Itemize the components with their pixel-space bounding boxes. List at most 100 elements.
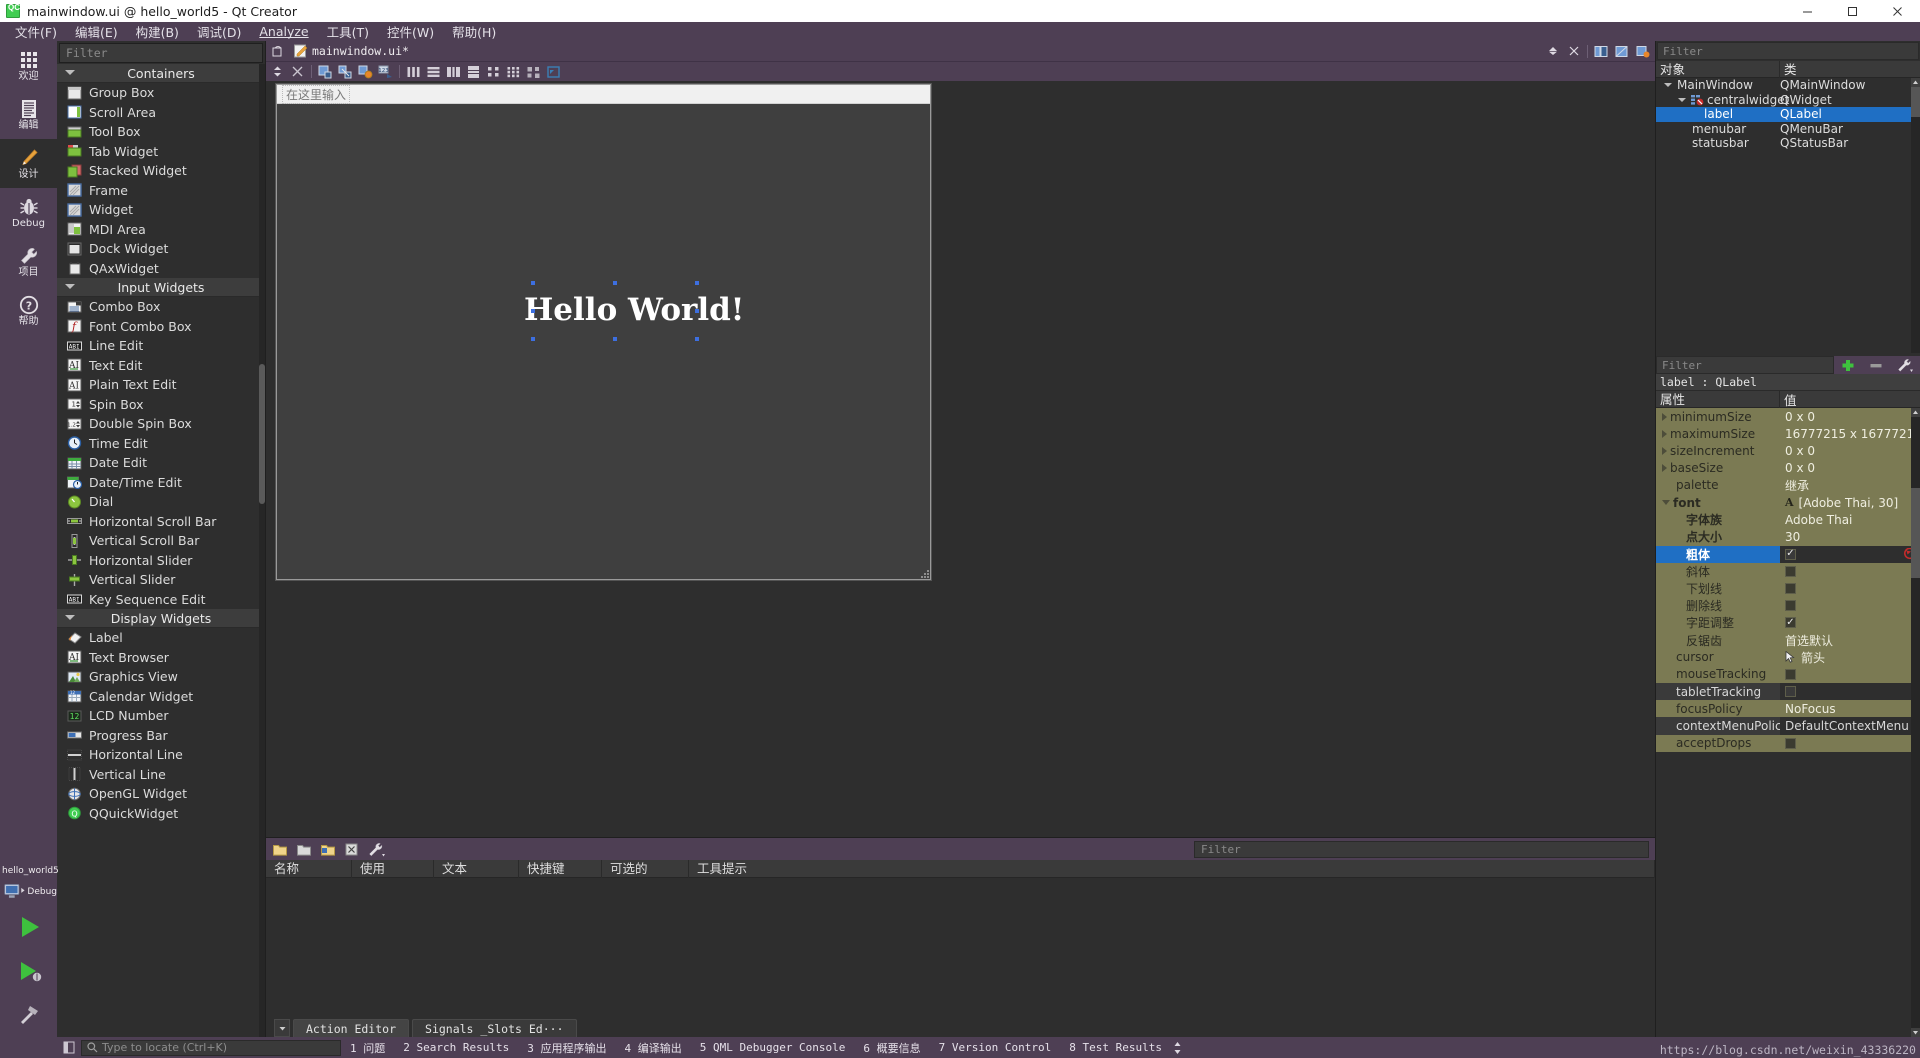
widget-item-time-edit[interactable]: Time Edit [57, 434, 265, 454]
widget-item-horizontal-slider[interactable]: Horizontal Slider [57, 551, 265, 571]
mode-edit[interactable]: 编辑 [0, 90, 57, 139]
selection-handle-bottom-left[interactable] [531, 337, 535, 341]
widget-item-lcd-number[interactable]: 12 LCD Number [57, 706, 265, 726]
tab-signals-slots-editor[interactable]: Signals _Slots Ed··· [412, 1019, 577, 1037]
document-dropdown-icon[interactable] [1545, 44, 1561, 59]
column-used[interactable]: 使用 [352, 859, 434, 878]
form-canvas[interactable]: 在这里输入 Hello World! [266, 81, 1655, 837]
split-side-icon[interactable] [1614, 44, 1630, 59]
layout-horizontal-icon[interactable] [405, 64, 422, 80]
widget-item-font-combo-box[interactable]: f Font Combo Box [57, 317, 265, 337]
property-row-point-size[interactable]: 点大小 30 [1656, 528, 1920, 546]
strikeout-checkbox[interactable] [1785, 600, 1796, 612]
close-button[interactable] [1875, 0, 1920, 22]
scrollbar-thumb[interactable] [1911, 488, 1920, 578]
property-value[interactable]: [Adobe Thai, 30] [1799, 496, 1899, 510]
menu-tools[interactable]: 工具(T) [318, 21, 378, 42]
mode-design[interactable]: 设计 [0, 139, 57, 188]
edit-signals-slots-icon[interactable] [337, 64, 354, 80]
open-document-tab[interactable]: mainwindow.ui* [291, 44, 409, 58]
maximize-button[interactable] [1830, 0, 1875, 22]
close-form-icon[interactable] [289, 64, 306, 80]
output-pane-compile-output[interactable]: 4 编译输出 [615, 1040, 690, 1056]
chevron-right-icon[interactable] [1662, 429, 1667, 438]
form-menubar[interactable]: 在这里输入 [277, 84, 930, 104]
property-value[interactable]: 继承 [1780, 476, 1920, 494]
widget-box-list[interactable]: Containers Group Box Scroll Area Tool Bo… [57, 64, 265, 1037]
bold-checkbox[interactable]: ✓ [1785, 548, 1796, 560]
widget-item-spin-box[interactable]: 1 Spin Box [57, 395, 265, 415]
menu-analyze[interactable]: Analyze [250, 23, 317, 40]
edit-action-icon[interactable] [320, 842, 336, 857]
column-checkable[interactable]: 可选的 [602, 859, 689, 878]
chevron-down-icon[interactable] [1662, 500, 1670, 506]
scrollbar-thumb[interactable] [1911, 87, 1920, 117]
property-value[interactable]: 16777215 x 16777215 [1780, 425, 1920, 443]
action-editor-grid[interactable] [266, 878, 1655, 1015]
adjust-size-icon[interactable] [545, 64, 562, 80]
mode-help[interactable]: ? 帮助 [0, 286, 57, 335]
property-row-basesize[interactable]: baseSize 0 x 0 [1656, 459, 1920, 477]
widget-item-tab-widget[interactable]: Tab Widget [57, 142, 265, 162]
widget-item-horizontal-line[interactable]: Horizontal Line [57, 745, 265, 765]
widget-category-containers[interactable]: Containers [57, 64, 265, 83]
minimize-button[interactable] [1785, 0, 1830, 22]
property-row-italic[interactable]: 斜体 [1656, 562, 1920, 580]
build-button[interactable] [0, 993, 57, 1037]
menu-edit[interactable]: 编辑(E) [66, 21, 127, 42]
nav-updown-icon[interactable] [269, 64, 286, 80]
column-shortcut[interactable]: 快捷键 [519, 859, 602, 878]
widget-item-group-box[interactable]: Group Box [57, 83, 265, 103]
layout-form-icon[interactable] [485, 64, 502, 80]
tab-action-editor[interactable]: Action Editor [293, 1019, 410, 1037]
property-editor-filter[interactable]: Filter [1656, 356, 1834, 374]
widget-item-plain-text-edit[interactable]: AI Plain Text Edit [57, 375, 265, 395]
widget-item-stacked-widget[interactable]: Stacked Widget [57, 161, 265, 181]
column-value[interactable]: 值 [1780, 390, 1920, 409]
property-row-antialiasing[interactable]: 反锯齿 首选默认 [1656, 631, 1920, 649]
widget-item-horizontal-scroll-bar[interactable]: Horizontal Scroll Bar [57, 512, 265, 532]
chevron-right-icon[interactable] [1662, 446, 1667, 455]
tree-row-statusbar[interactable]: statusbar QStatusBar [1656, 136, 1920, 151]
property-value[interactable]: 30 [1780, 528, 1920, 546]
property-editor-scrollbar[interactable] [1911, 408, 1920, 1037]
new-action-copy-icon[interactable] [296, 842, 312, 857]
kit-selector[interactable]: Debug [0, 879, 57, 905]
scroll-up-icon[interactable] [1911, 78, 1920, 87]
property-row-contextmenupolicy[interactable]: contextMenuPolicy DefaultContextMenu [1656, 717, 1920, 735]
property-value[interactable]: 0 x 0 [1780, 408, 1920, 426]
widget-item-vertical-line[interactable]: Vertical Line [57, 765, 265, 785]
widget-category-input-widgets[interactable]: Input Widgets [57, 278, 265, 297]
selection-handle-top-left[interactable] [531, 281, 535, 285]
plus-icon[interactable] [1840, 358, 1856, 373]
widget-item-graphics-view[interactable]: Graphics View [57, 667, 265, 687]
property-row-tablettracking[interactable]: tabletTracking [1656, 683, 1920, 701]
column-name[interactable]: 名称 [266, 859, 352, 878]
widget-box-scrollbar[interactable] [259, 64, 265, 1037]
tab-scroll-icon[interactable] [274, 1019, 290, 1037]
tree-row-mainwindow[interactable]: MainWindow QMainWindow [1656, 78, 1920, 93]
layout-vertical-icon[interactable] [425, 64, 442, 80]
widget-item-vertical-slider[interactable]: Vertical Slider [57, 570, 265, 590]
split-icon[interactable] [1593, 44, 1609, 59]
property-row-sizeincrement[interactable]: sizeIncrement 0 x 0 [1656, 442, 1920, 460]
selection-handle-top-center[interactable] [613, 281, 617, 285]
property-row-underline[interactable]: 下划线 [1656, 579, 1920, 598]
scroll-down-icon[interactable] [1911, 1028, 1920, 1037]
property-row-focuspolicy[interactable]: focusPolicy NoFocus [1656, 700, 1920, 718]
mousetracking-checkbox[interactable] [1785, 668, 1796, 680]
column-tooltip[interactable]: 工具提示 [689, 859, 1655, 878]
property-row-maximumsize[interactable]: maximumSize 16777215 x 16777215 [1656, 425, 1920, 443]
property-value[interactable]: NoFocus [1780, 700, 1920, 718]
widget-item-combo-box[interactable]: Combo Box [57, 297, 265, 317]
chevron-down-icon[interactable] [1678, 97, 1686, 102]
edit-tab-order-icon[interactable]: 123 [377, 64, 394, 80]
object-inspector-filter[interactable]: Filter [1657, 42, 1919, 60]
menu-help[interactable]: 帮助(H) [443, 21, 505, 42]
widget-item-line-edit[interactable]: ABI Line Edit [57, 336, 265, 356]
selection-handle-middle-left[interactable] [531, 309, 535, 313]
property-row-kerning[interactable]: 字距调整 ✓ [1656, 614, 1920, 632]
output-pane-scroll-icon[interactable] [1173, 1041, 1182, 1055]
output-pane-general[interactable]: 6 概要信息 [854, 1040, 929, 1056]
property-row-minimumsize[interactable]: minimumSize 0 x 0 [1656, 408, 1920, 426]
